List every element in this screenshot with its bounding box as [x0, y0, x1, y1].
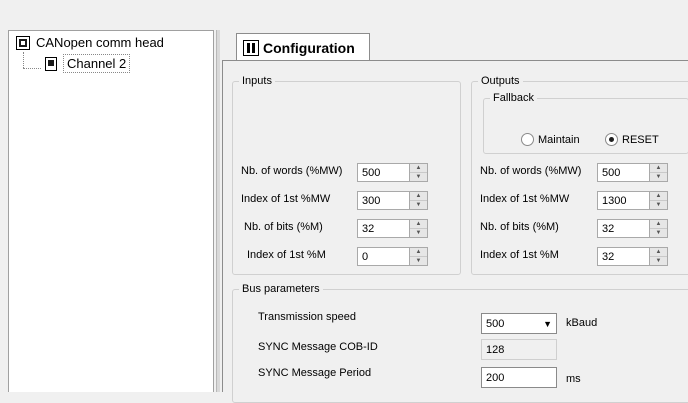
inputs-nb-bits-stepper[interactable]: 32 ▲ ▼ [357, 219, 428, 238]
tree-panel: CANopen comm head Channel 2 [8, 30, 214, 392]
outputs-index-m-value[interactable]: 32 [597, 247, 650, 266]
tab-configuration[interactable]: Configuration [236, 33, 370, 61]
module-icon [16, 35, 30, 50]
inputs-nb-bits-value[interactable]: 32 [357, 219, 410, 238]
chevron-down-icon[interactable]: ▼ [543, 319, 552, 329]
sync-cob-id-label: SYNC Message COB-ID [258, 341, 378, 353]
tree-item-channel[interactable]: Channel 2 [45, 54, 131, 73]
tree-item-root[interactable]: CANopen comm head [16, 35, 164, 50]
inputs-index-m-label: Index of 1st %M [247, 249, 326, 261]
spin-down-icon[interactable]: ▼ [650, 173, 667, 181]
inputs-index-mw-label: Index of 1st %MW [241, 193, 331, 205]
spin-up-icon[interactable]: ▲ [650, 192, 667, 201]
radio-checked-icon [605, 133, 618, 146]
sync-period-unit: ms [566, 373, 581, 385]
transmission-speed-value: 500 [486, 317, 505, 330]
inputs-legend: Inputs [242, 75, 272, 87]
spin-up-icon[interactable]: ▲ [650, 220, 667, 229]
inputs-nb-words-label: Nb. of words (%MW) [241, 165, 343, 177]
tab-configuration-label: Configuration [263, 39, 355, 56]
inputs-index-mw-value[interactable]: 300 [357, 191, 410, 210]
inputs-nb-bits-label: Nb. of bits (%M) [244, 221, 323, 233]
fallback-legend: Fallback [493, 92, 534, 104]
spin-down-icon[interactable]: ▼ [650, 201, 667, 209]
spin-down-icon[interactable]: ▼ [650, 257, 667, 265]
radio-unchecked-icon [521, 133, 534, 146]
spin-down-icon[interactable]: ▼ [410, 229, 427, 237]
spin-up-icon[interactable]: ▲ [650, 164, 667, 173]
outputs-index-mw-stepper[interactable]: 1300 ▲ ▼ [597, 191, 668, 210]
spin-up-icon[interactable]: ▲ [410, 248, 427, 257]
inputs-index-m-stepper[interactable]: 0 ▲ ▼ [357, 247, 428, 266]
outputs-nb-bits-value[interactable]: 32 [597, 219, 650, 238]
outputs-index-m-stepper[interactable]: 32 ▲ ▼ [597, 247, 668, 266]
spin-up-icon[interactable]: ▲ [410, 192, 427, 201]
panel-splitter[interactable] [216, 30, 220, 392]
transmission-speed-label: Transmission speed [258, 311, 357, 323]
tree-item-root-label: CANopen comm head [36, 35, 164, 50]
sync-period-input[interactable]: 200 [481, 367, 557, 388]
sync-cob-id-field: 128 [481, 339, 557, 360]
spin-up-icon[interactable]: ▲ [410, 220, 427, 229]
tree-item-channel-label: Channel 2 [63, 54, 131, 73]
spin-up-icon[interactable]: ▲ [650, 248, 667, 257]
transmission-speed-select[interactable]: 500 ▼ [481, 313, 557, 334]
configuration-icon [243, 39, 259, 56]
tree-connector [23, 68, 41, 69]
inputs-nb-words-stepper[interactable]: 500 ▲ ▼ [357, 163, 428, 182]
outputs-nb-words-value[interactable]: 500 [597, 163, 650, 182]
sync-period-label: SYNC Message Period [258, 367, 372, 379]
outputs-legend: Outputs [481, 75, 520, 87]
spin-up-icon[interactable]: ▲ [410, 164, 427, 173]
outputs-index-m-label: Index of 1st %M [480, 249, 559, 261]
inputs-index-mw-stepper[interactable]: 300 ▲ ▼ [357, 191, 428, 210]
spin-down-icon[interactable]: ▼ [410, 257, 427, 265]
spin-down-icon[interactable]: ▼ [410, 173, 427, 181]
outputs-nb-bits-label: Nb. of bits (%M) [480, 221, 559, 233]
outputs-nb-bits-stepper[interactable]: 32 ▲ ▼ [597, 219, 668, 238]
outputs-index-mw-value[interactable]: 1300 [597, 191, 650, 210]
inputs-index-m-value[interactable]: 0 [357, 247, 410, 266]
spin-down-icon[interactable]: ▼ [650, 229, 667, 237]
bus-parameters-legend: Bus parameters [242, 283, 320, 295]
transmission-speed-unit: kBaud [566, 317, 598, 329]
outputs-nb-words-stepper[interactable]: 500 ▲ ▼ [597, 163, 668, 182]
fallback-maintain-label: Maintain [538, 133, 580, 146]
inputs-nb-words-value[interactable]: 500 [357, 163, 410, 182]
configuration-panel: Inputs Nb. of words (%MW) 500 ▲ ▼ Index o… [222, 60, 688, 403]
tree-connector [23, 52, 24, 68]
spin-down-icon[interactable]: ▼ [410, 201, 427, 209]
outputs-index-mw-label: Index of 1st %MW [480, 193, 570, 205]
fallback-reset-label: RESET [622, 133, 659, 146]
channel-icon [45, 56, 57, 71]
outputs-nb-words-label: Nb. of words (%MW) [480, 165, 582, 177]
fallback-reset-radio[interactable]: RESET [605, 133, 659, 146]
fallback-maintain-radio[interactable]: Maintain [521, 133, 580, 146]
